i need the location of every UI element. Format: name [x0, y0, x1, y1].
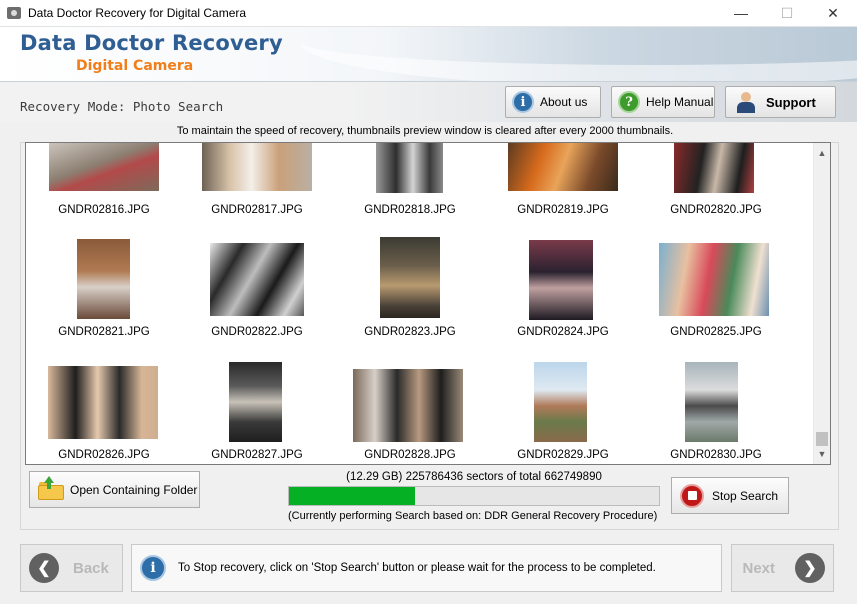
thumbnail-filename: GNDR02820.JPG [670, 204, 762, 216]
thumbnail-preview-panel[interactable]: GNDR02816.JPG GNDR02817.JPG GNDR02818.JP… [25, 142, 831, 465]
maximize-button[interactable]: ☐ [764, 0, 810, 27]
photo-thumbnail[interactable] [685, 362, 738, 442]
thumbnail-filename: GNDR02823.JPG [364, 326, 456, 338]
photo-thumbnail[interactable] [77, 239, 130, 319]
open-containing-folder-button[interactable]: Open Containing Folder [29, 471, 200, 508]
thumbnail-filename: GNDR02818.JPG [364, 204, 456, 216]
photo-thumbnail[interactable] [508, 143, 618, 191]
sectors-progress-text: (12.29 GB) 225786436 sectors of total 66… [346, 471, 602, 483]
photo-thumbnail[interactable] [353, 369, 463, 442]
next-label: Next [742, 559, 775, 577]
photo-thumbnail[interactable] [202, 143, 312, 191]
help-manual-label: Help Manual [646, 95, 714, 109]
scroll-down-arrow-icon[interactable]: ▼ [814, 446, 830, 463]
stop-search-button[interactable]: Stop Search [671, 477, 789, 514]
thumbnail-filename: GNDR02816.JPG [58, 204, 150, 216]
status-message-box: i To Stop recovery, click on 'Stop Searc… [131, 544, 722, 592]
back-arrow-icon: ❮ [29, 553, 59, 583]
photo-thumbnail[interactable] [48, 366, 158, 439]
support-agent-icon [736, 91, 756, 113]
photo-thumbnail[interactable] [659, 243, 769, 316]
mode-bar: Recovery Mode: Photo Search i About us ?… [0, 82, 857, 122]
status-message: To Stop recovery, click on 'Stop Search'… [178, 562, 656, 574]
thumbnail-filename: GNDR02826.JPG [58, 449, 150, 461]
next-arrow-icon: ❯ [795, 553, 825, 583]
photo-thumbnail[interactable] [210, 243, 304, 316]
close-button[interactable]: ✕ [810, 0, 856, 27]
photo-thumbnail[interactable] [674, 143, 754, 193]
app-camera-icon [7, 7, 21, 19]
scrollbar-thumb[interactable] [816, 432, 828, 446]
support-label: Support [766, 94, 816, 110]
thumbnail-notice: To maintain the speed of recovery, thumb… [176, 125, 674, 137]
about-us-button[interactable]: i About us [505, 86, 601, 118]
folder-open-icon [38, 475, 64, 500]
thumbnail-filename: GNDR02821.JPG [58, 326, 150, 338]
info-icon: i [140, 555, 166, 581]
product-subtitle: Digital Camera [76, 58, 194, 74]
back-button[interactable]: ❮ Back [20, 544, 123, 592]
back-label: Back [73, 559, 109, 577]
support-button[interactable]: Support [725, 86, 836, 118]
vertical-scrollbar[interactable]: ▲ ▼ [813, 143, 830, 464]
stop-icon [680, 483, 704, 508]
window-title: Data Doctor Recovery for Digital Camera [28, 6, 247, 20]
info-icon: i [512, 91, 534, 113]
header-banner: Data Doctor Recovery Digital Camera [0, 27, 857, 82]
title-bar: Data Doctor Recovery for Digital Camera … [0, 0, 857, 27]
thumbnail-filename: GNDR02819.JPG [517, 204, 609, 216]
about-us-label: About us [540, 95, 588, 109]
photo-thumbnail[interactable] [380, 237, 440, 318]
recovery-mode-label: Recovery Mode: Photo Search [20, 99, 224, 114]
question-icon: ? [618, 91, 640, 113]
scroll-up-arrow-icon[interactable]: ▲ [814, 145, 830, 162]
thumbnail-filename: GNDR02830.JPG [670, 449, 762, 461]
banner-swoosh [300, 27, 857, 81]
thumbnail-filename: GNDR02827.JPG [211, 449, 303, 461]
next-button[interactable]: Next ❯ [731, 544, 834, 592]
brand-title: Data Doctor Recovery [20, 31, 283, 55]
thumbnail-filename: GNDR02825.JPG [670, 326, 762, 338]
recovery-progress-bar [288, 486, 660, 506]
thumbnail-filename: GNDR02822.JPG [211, 326, 303, 338]
thumbnail-filename: GNDR02828.JPG [364, 449, 456, 461]
photo-thumbnail[interactable] [376, 143, 443, 193]
stop-search-label: Stop Search [712, 488, 779, 503]
photo-thumbnail[interactable] [534, 362, 587, 442]
thumbnail-filename: GNDR02829.JPG [517, 449, 609, 461]
progress-fill [289, 487, 415, 505]
photo-thumbnail[interactable] [529, 240, 593, 320]
help-manual-button[interactable]: ? Help Manual [611, 86, 715, 118]
minimize-button[interactable]: — [718, 0, 764, 27]
photo-thumbnail[interactable] [229, 362, 282, 442]
thumbnail-filename: GNDR02824.JPG [517, 326, 609, 338]
thumbnail-filename: GNDR02817.JPG [211, 204, 303, 216]
open-folder-label: Open Containing Folder [70, 482, 198, 497]
photo-thumbnail[interactable] [49, 143, 159, 191]
current-procedure-text: (Currently performing Search based on: D… [288, 510, 658, 522]
